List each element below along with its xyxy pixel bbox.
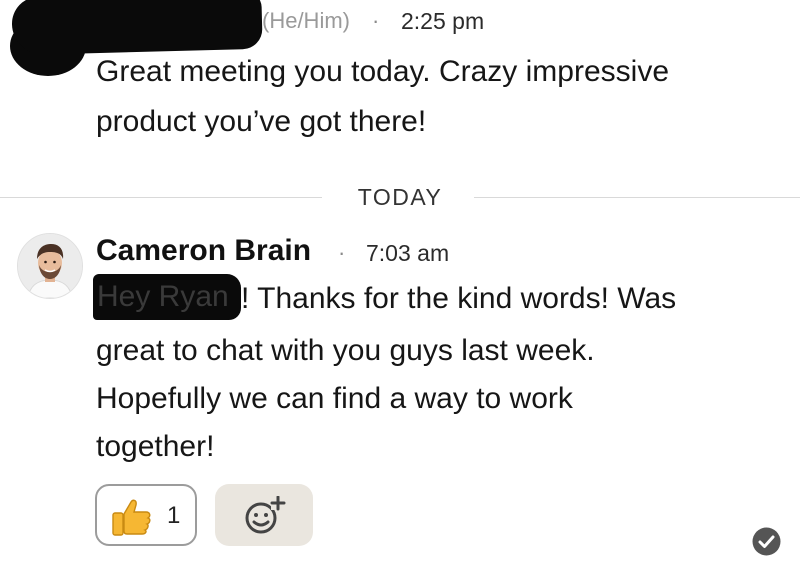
divider-label: TODAY [357, 184, 443, 210]
sender-pronouns: (He/Him) [262, 8, 350, 33]
meta-separator: · [372, 8, 380, 33]
avatar[interactable] [17, 233, 83, 299]
add-reaction-button[interactable] [215, 484, 313, 546]
message-timestamp: 7:03 am [366, 240, 450, 266]
avatar-photo-icon [18, 234, 82, 298]
read-checkmark-icon [752, 527, 781, 556]
reaction-count: 1 [167, 502, 181, 529]
message-line: ! Thanks for the kind words! Was [241, 282, 677, 315]
message-timestamp: 2:25 pm [401, 8, 485, 34]
add-reaction-icon [245, 496, 286, 534]
message-line: together! [96, 430, 215, 463]
thumbs-up-reaction[interactable]: 1 [95, 484, 197, 546]
divider-line-left [0, 197, 322, 198]
redacted-greeting-text: Hey Ryan [97, 280, 229, 313]
message-line: great to chat with you guys last week. [96, 334, 595, 367]
thumbs-up-emoji-icon [112, 499, 151, 536]
message-line: product you’ve got there! [96, 105, 427, 138]
message-line: Great meeting you today. Crazy impressiv… [96, 55, 670, 88]
meta-separator: · [338, 240, 346, 265]
message-line: Hopefully we can find a way to work [96, 382, 573, 415]
divider-line-right [474, 197, 800, 198]
sender-name[interactable]: Cameron Brain [96, 234, 311, 268]
redacted-greeting: Hey Ryan [93, 274, 241, 320]
